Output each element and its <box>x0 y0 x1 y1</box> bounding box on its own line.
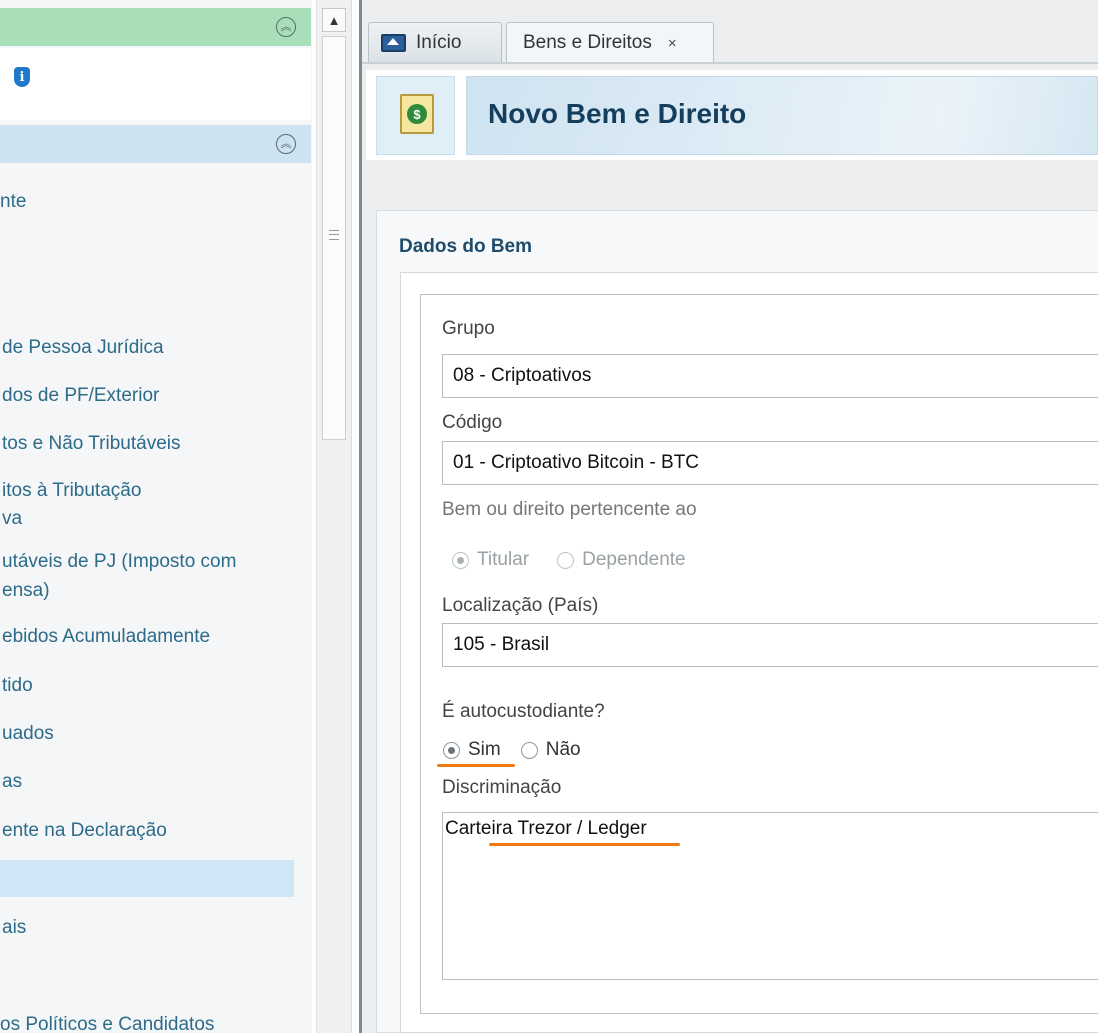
collapse-up-icon[interactable]: ︽ <box>276 17 296 37</box>
sidebar-item[interactable]: nte <box>0 188 26 215</box>
sidebar: ︽ i ︽ nte de Pessoa Jurídica dos de PF/E… <box>0 0 312 1033</box>
autocustodiante-label: É autocustodiante? <box>442 701 605 722</box>
sidebar-item[interactable]: ente na Declaração <box>2 817 167 844</box>
discriminacao-label: Discriminação <box>442 777 562 798</box>
sidebar-item[interactable]: ebidos Acumuladamente <box>2 623 210 650</box>
money-document-icon: $ <box>400 94 434 134</box>
discriminacao-textarea[interactable]: Carteira Trezor / Ledger <box>442 812 1098 980</box>
scroll-thumb[interactable] <box>322 36 346 440</box>
autocustodiante-radio-group: Sim Não <box>443 739 581 761</box>
collapse-up-icon[interactable]: ︽ <box>276 134 296 154</box>
sidebar-item[interactable]: ensa) <box>2 577 50 604</box>
localizacao-label: Localização (País) <box>442 595 599 616</box>
radio-empty-icon <box>557 551 575 569</box>
sidebar-item[interactable]: uados <box>2 720 54 747</box>
scroll-up-arrow-icon[interactable]: ▲ <box>322 8 346 32</box>
info-icon[interactable]: i <box>14 67 30 87</box>
pertencente-radio-group: Titular Dependente <box>452 549 686 571</box>
sidebar-item[interactable]: itos à Tributação <box>2 477 141 504</box>
radio-nao[interactable]: Não <box>520 739 581 761</box>
sidebar-item[interactable]: as <box>2 768 22 795</box>
sidebar-item-selected[interactable] <box>0 860 294 897</box>
sidebar-item[interactable]: tos e Não Tributáveis <box>2 430 180 457</box>
radio-dependente[interactable]: Dependente <box>557 549 686 571</box>
tab-divider <box>362 62 1098 64</box>
grupo-field[interactable]: 08 - Criptoativos <box>442 354 1098 398</box>
page-title: Novo Bem e Direito <box>488 98 747 129</box>
sidebar-item[interactable]: tido <box>2 672 33 699</box>
codigo-label: Código <box>442 412 503 433</box>
pertencente-label: Bem ou direito pertencente ao <box>442 499 697 520</box>
sidebar-item[interactable]: va <box>2 505 22 532</box>
sidebar-item[interactable]: dos de PF/Exterior <box>2 382 159 409</box>
sidebar-info-row <box>0 48 311 120</box>
sidebar-item[interactable]: os Políticos e Candidatos <box>0 1011 214 1033</box>
sidebar-scrollbar[interactable]: ▲ <box>316 0 352 1033</box>
localizacao-field[interactable]: 105 - Brasil <box>442 623 1098 667</box>
tab-label: Início <box>416 31 462 53</box>
grupo-label: Grupo <box>442 318 495 339</box>
radio-selected-icon <box>443 741 460 759</box>
sidebar-header-blue <box>0 125 311 163</box>
annotation-underline <box>489 843 680 846</box>
sidebar-item[interactable]: utáveis de PJ (Imposto com <box>2 548 236 575</box>
home-icon <box>381 33 406 52</box>
radio-empty-icon <box>520 741 538 759</box>
radio-sim[interactable]: Sim <box>443 739 501 761</box>
sidebar-item[interactable]: ais <box>2 914 26 941</box>
tab-bens-e-direitos[interactable]: Bens e Direitos × <box>506 22 714 63</box>
section-title: Dados do Bem <box>399 236 533 257</box>
sidebar-item[interactable]: de Pessoa Jurídica <box>2 334 164 361</box>
codigo-field[interactable]: 01 - Criptoativo Bitcoin - BTC <box>442 441 1098 485</box>
header-icon-box: $ <box>376 76 455 155</box>
tab-label: Bens e Direitos <box>523 32 652 53</box>
sidebar-header-green <box>0 8 311 46</box>
tab-inicio[interactable]: Início <box>368 22 502 62</box>
annotation-underline <box>437 764 515 767</box>
close-icon[interactable]: × <box>668 35 677 52</box>
radio-selected-icon <box>452 551 469 569</box>
grip-icon <box>329 230 339 240</box>
radio-titular[interactable]: Titular <box>452 549 529 571</box>
